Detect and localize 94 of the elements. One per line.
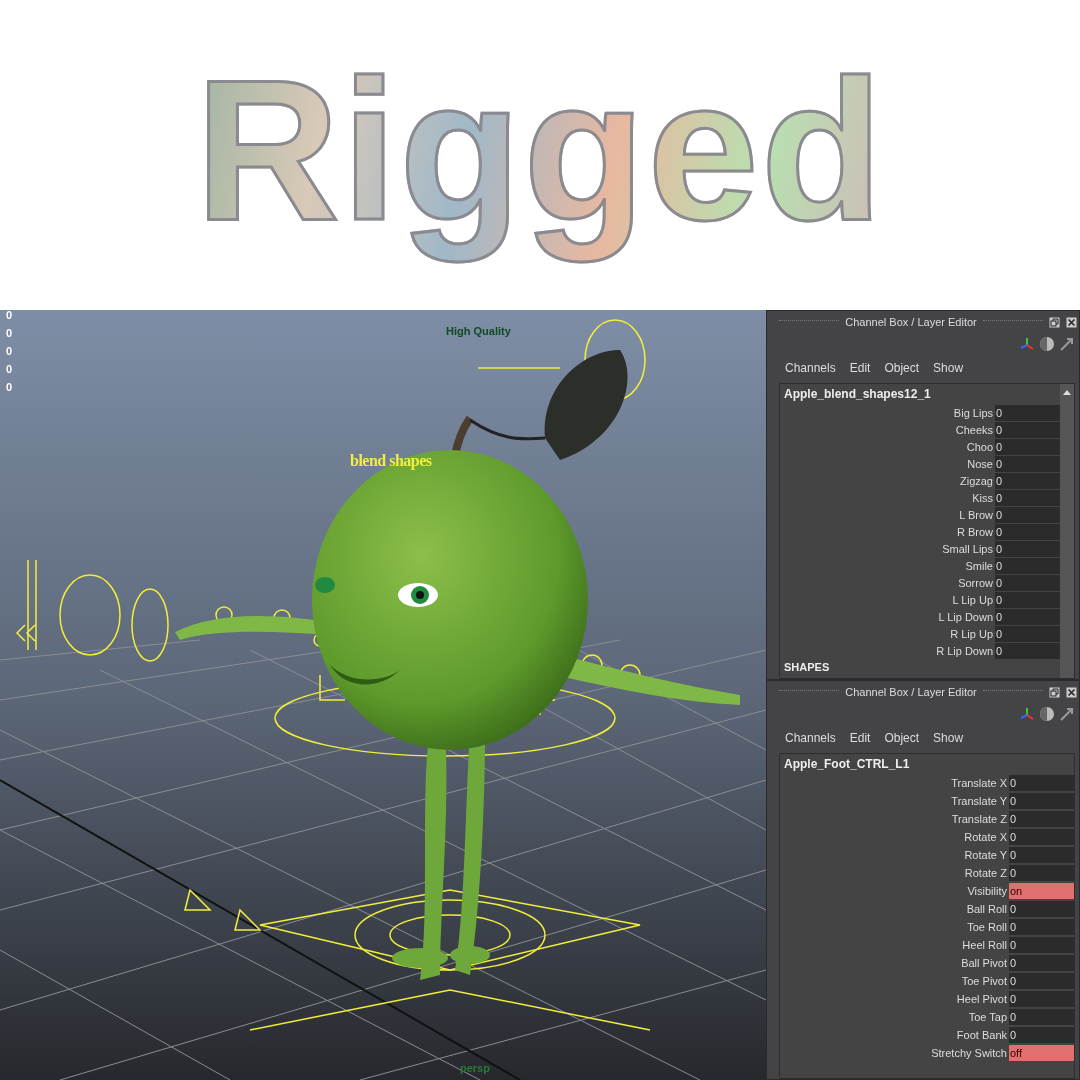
channel-value-field[interactable]: 0 [1009,973,1074,989]
channel-name: Foot Bank [956,1029,1007,1041]
channel-name: L Brow [959,508,993,521]
channel-value-field[interactable]: 0 [995,472,1060,489]
channel-value-field[interactable]: 0 [995,574,1060,591]
channel-value-field[interactable]: 0 [1009,937,1074,953]
node-name: Apple_blend_shapes12_1 [784,387,932,403]
channel-value-field[interactable]: 0 [1009,847,1074,863]
section-label: SHAPES [784,661,831,673]
channel-name: Toe Roll [967,921,1007,933]
arrow-icon[interactable] [1059,336,1075,352]
channel-value-field[interactable]: 0 [995,608,1060,625]
scrollbar[interactable] [1060,384,1074,678]
half-circle-icon[interactable] [1039,706,1055,722]
menu-item[interactable]: Edit [849,361,871,375]
channel-name: Small Lips [942,542,993,555]
channel-value-field[interactable]: 0 [995,523,1060,540]
float-icon[interactable] [1049,316,1060,328]
menu-item[interactable]: Object [884,361,920,375]
channel-name: Heel Roll [962,939,1007,951]
channel-value-field[interactable]: 0 [1009,901,1074,917]
panel-title: Channel Box / Layer Editor [845,316,977,328]
channel-name: Rotate Y [964,849,1007,861]
channel-value-field[interactable]: 0 [995,421,1060,438]
menu-item[interactable]: Show [933,361,964,375]
channel-name: Toe Pivot [961,975,1007,987]
channel-value-field[interactable]: 0 [995,591,1060,608]
channel-value-field[interactable]: 0 [995,438,1060,455]
channel-name: Translate Y [951,795,1007,807]
channel-name: L Lip Up [952,593,993,606]
channel-value-field[interactable]: 0 [1009,1009,1074,1025]
channel-name: R Lip Up [950,627,993,640]
channel-name: Ball Pivot [961,957,1007,969]
hud-value: 0 [6,344,13,359]
channel-name: L Lip Down [938,610,993,623]
channel-value-field[interactable]: 0 [1009,829,1074,845]
half-circle-icon[interactable] [1039,336,1055,352]
channel-value-field[interactable]: 0 [1009,811,1074,827]
channel-value-field[interactable]: 0 [995,489,1060,506]
node-name: Apple_Foot_CTRL_L1 [784,757,911,773]
hud-value: 0 [6,310,13,323]
channel-name: Sorrow [958,576,993,589]
channel-value-field[interactable]: 0 [1009,793,1074,809]
arrow-icon[interactable] [1059,706,1075,722]
channel-value-field[interactable]: 0 [995,455,1060,472]
channel-value-field[interactable]: 0 [995,625,1060,642]
close-icon[interactable] [1066,316,1077,328]
channel-value-field[interactable]: 0 [1009,955,1074,971]
channel-value-field[interactable]: 0 [995,506,1060,523]
panel-title: Channel Box / Layer Editor [845,686,977,698]
channel-name: R Lip Down [936,644,993,657]
scroll-up-icon[interactable] [1063,390,1071,395]
channel-name: Big Lips [953,406,993,419]
hud-value: 0 [6,362,13,377]
channel-name: Stretchy Switch [931,1047,1007,1059]
camera-label: persp [460,1062,490,1074]
menu-item[interactable]: Object [884,731,920,745]
channel-name: Translate X [951,777,1007,789]
channel-name: Heel Pivot [956,993,1007,1005]
hud-value: 0 [6,326,13,341]
channel-name: Kiss [972,491,993,504]
channel-name: Smile [965,559,993,572]
menu-item[interactable]: Channels [785,731,836,745]
channel-name: Choo [966,440,993,453]
channel-value-field[interactable]: on [1009,883,1074,899]
channel-value-field[interactable]: 0 [995,540,1060,557]
axes-icon[interactable] [1019,336,1035,352]
channel-name: Cheeks [955,423,993,436]
axes-icon[interactable] [1019,706,1035,722]
channel-name: Translate Z [951,813,1007,825]
channel-name: Visibility [967,885,1007,897]
channel-value-field[interactable]: 0 [995,642,1060,659]
channel-value-field[interactable]: 0 [1009,775,1074,791]
channel-value-field[interactable]: 0 [1009,919,1074,935]
channel-value-field[interactable]: 0 [995,557,1060,574]
close-icon[interactable] [1066,686,1077,698]
menu-item[interactable]: Edit [849,731,871,745]
channel-name: Rotate X [964,831,1007,843]
channel-value-field[interactable]: 0 [1009,1027,1074,1043]
channel-name: Nose [967,457,993,470]
channel-name: R Brow [956,525,993,538]
channel-name: Zigzag [959,474,993,487]
hud-value: 0 [6,380,13,395]
menu-item[interactable]: Channels [785,361,836,375]
channel-name: Toe Tap [968,1011,1007,1023]
channel-value-field[interactable]: 0 [995,404,1060,421]
channel-name: Ball Roll [966,903,1007,915]
channel-value-field[interactable]: off [1009,1045,1074,1061]
channel-name: Rotate Z [964,867,1007,879]
quality-label: High Quality [446,325,511,337]
channel-value-field[interactable]: 0 [1009,865,1074,881]
channel-value-field[interactable]: 0 [1009,991,1074,1007]
float-icon[interactable] [1049,686,1060,698]
menu-item[interactable]: Show [933,731,964,745]
